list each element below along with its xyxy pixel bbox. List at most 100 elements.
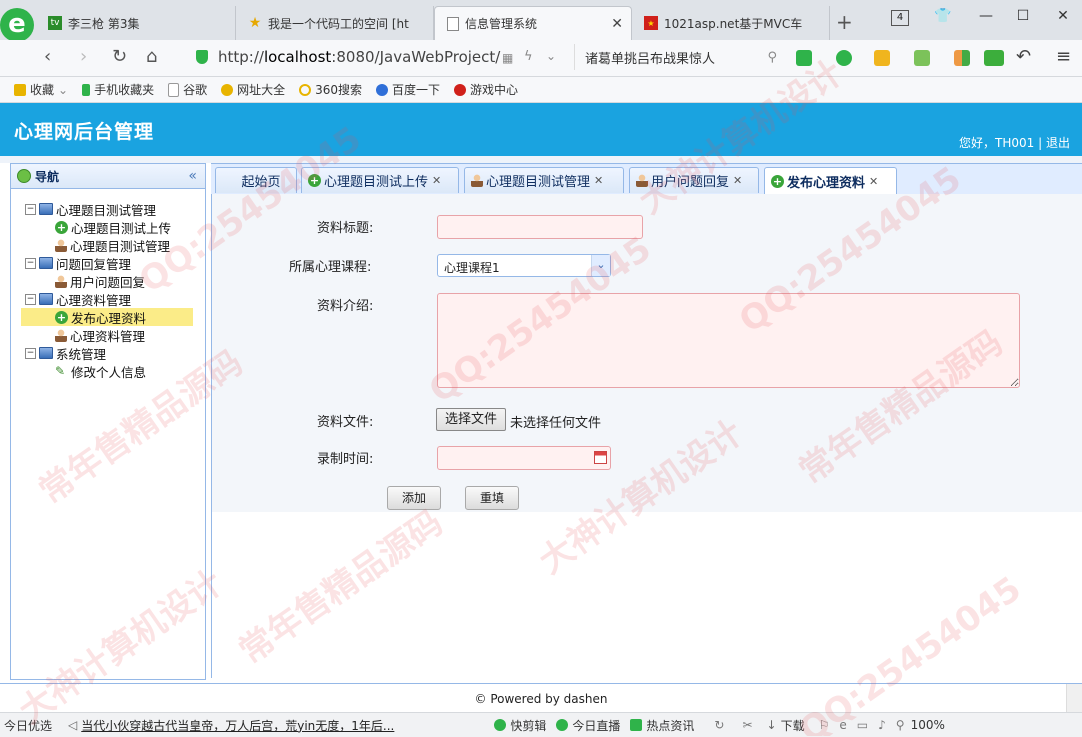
minimize-icon[interactable]: —	[975, 8, 997, 28]
nav-item-edit-profile[interactable]: ✎ 修改个人信息	[55, 362, 146, 380]
nav-title: 导航	[35, 169, 60, 184]
status-tool-icon[interactable]: ✂	[742, 718, 752, 732]
nav-item-test-upload[interactable]: + 心理题目测试上传	[55, 218, 171, 236]
close-tab-icon[interactable]: ✕	[611, 16, 623, 32]
close-tab-icon[interactable]: ✕	[432, 174, 441, 187]
collapse-nav-icon[interactable]: «	[188, 168, 197, 184]
status-ie-icon[interactable]: e	[839, 718, 846, 732]
star-icon: ★	[248, 15, 262, 31]
browser-tab-3[interactable]: 信息管理系统 ✕	[434, 6, 632, 40]
add-icon: +	[55, 310, 68, 324]
tab-count-badge[interactable]: 4	[891, 10, 909, 26]
nav-item-publish-material[interactable]: + 发布心理资料	[55, 308, 146, 326]
close-window-icon[interactable]: ✕	[1052, 8, 1074, 28]
bookmarks-bar: 收藏 ⌄ 手机收藏夹 谷歌 网址大全 360搜索 百度一下 游戏中心	[0, 77, 1082, 103]
maximize-icon[interactable]: ☐	[1012, 8, 1034, 28]
video-icon: tv	[48, 16, 62, 30]
nav-group-system[interactable]: − 系统管理	[25, 344, 106, 362]
chevron-down-icon: ⌄	[58, 82, 69, 97]
forward-icon[interactable]: ›	[80, 46, 87, 67]
tab-user-reply[interactable]: 用户问题回复 ✕	[629, 167, 759, 193]
new-tab-icon[interactable]: +	[836, 10, 853, 34]
separator: |	[1038, 136, 1043, 150]
bookmark-mobile[interactable]: 手机收藏夹	[82, 81, 154, 98]
close-tab-icon[interactable]: ✕	[869, 175, 878, 188]
intro-textarea[interactable]	[437, 293, 1020, 388]
nav-icon	[17, 169, 31, 183]
tab-publish-material[interactable]: + 发布心理资料 ✕	[764, 167, 897, 194]
browser-tab-label: 信息管理系统	[465, 17, 538, 31]
page-tabs: 起始页 + 心理题目测试上传 ✕ 心理题目测试管理 ✕ 用户问题回复 ✕ + 发布心理资料…	[211, 163, 1082, 195]
nav-group-material[interactable]: − 心理资料管理	[25, 290, 131, 308]
reset-button[interactable]: 重填	[465, 486, 519, 510]
title-input[interactable]	[437, 215, 643, 239]
collapse-toggle-icon[interactable]: −	[25, 203, 36, 215]
dropdown-icon[interactable]: ⌄	[546, 49, 556, 63]
tab-home[interactable]: 起始页	[215, 167, 297, 193]
battery-icon[interactable]	[984, 50, 1004, 66]
qr-code-icon[interactable]: ▦	[502, 51, 513, 65]
skin-icon[interactable]: 👕	[932, 8, 954, 28]
zoom-level[interactable]: 100%	[911, 718, 945, 732]
collapse-toggle-icon[interactable]: −	[25, 293, 36, 305]
close-tab-icon[interactable]: ✕	[594, 174, 603, 187]
nav-group-reply[interactable]: − 问题回复管理	[25, 254, 131, 272]
status-speed-icon[interactable]: ↻	[714, 718, 724, 732]
home-icon[interactable]: ⌂	[146, 46, 157, 67]
speed-icon[interactable]: ϟ	[524, 49, 533, 64]
browser-logo-icon[interactable]: e	[0, 8, 34, 42]
collapse-toggle-icon[interactable]: −	[25, 257, 36, 269]
close-tab-icon[interactable]: ✕	[733, 174, 742, 187]
bookmark-360[interactable]: 360搜索	[299, 81, 362, 98]
status-live[interactable]: 今日直播	[556, 717, 620, 734]
scissors-icon[interactable]	[796, 50, 812, 66]
bookmark-sites[interactable]: 网址大全	[221, 81, 285, 98]
undo-icon[interactable]: ↶	[1016, 46, 1031, 67]
bookmark-google[interactable]: 谷歌	[168, 81, 207, 98]
browser-tab-2[interactable]: ★ 我是一个代码工的空间 [ht	[236, 6, 434, 40]
search-icon[interactable]: ⚲	[767, 50, 777, 65]
choose-file-button[interactable]: 选择文件	[436, 408, 506, 431]
status-quick-edit[interactable]: 快剪辑	[494, 717, 546, 734]
scrollbar[interactable]	[1066, 684, 1082, 712]
emoji-icon[interactable]	[914, 50, 930, 66]
time-input[interactable]	[437, 446, 611, 470]
collapse-toggle-icon[interactable]: −	[25, 347, 36, 359]
today-picks[interactable]: 今日优选	[4, 717, 52, 734]
publish-material-form: 资料标题: 所属心理课程: 心理课程1 ⌄ 资料介绍: 资料文件: 选择文件 未…	[212, 194, 1082, 512]
bookmark-baidu[interactable]: 百度一下	[376, 81, 440, 98]
add-button[interactable]: 添加	[387, 486, 441, 510]
logout-link[interactable]: 退出	[1046, 136, 1070, 150]
apps-grid-icon[interactable]	[954, 50, 970, 66]
news-ticker[interactable]: ◁ 当代小伙穿越古代当皇帝，万人后宫，荒yin无度，1年后...	[68, 717, 394, 734]
status-zoom-icon[interactable]: ⚲	[896, 718, 905, 732]
nav-item-user-reply[interactable]: 用户问题回复	[55, 272, 145, 290]
calendar-icon[interactable]	[594, 451, 607, 464]
status-news[interactable]: 热点资讯	[630, 717, 694, 734]
tab-test-upload[interactable]: + 心理题目测试上传 ✕	[301, 167, 459, 193]
search-field[interactable]: 诸葛单挑吕布战果惊人 ⚲	[574, 44, 785, 70]
nav-panel: 导航 « − 心理题目测试管理 + 心理题目测试上传 心理题目测试管理 − 问题回复管…	[10, 163, 206, 680]
shield-icon[interactable]	[874, 50, 890, 66]
status-screen-icon[interactable]: ▭	[857, 718, 868, 732]
nav-item-material-manage[interactable]: 心理资料管理	[55, 326, 145, 344]
menu-icon[interactable]: ≡	[1056, 46, 1071, 67]
nav-group-test[interactable]: − 心理题目测试管理	[25, 200, 156, 218]
browser-tab-4[interactable]: ★ 1021asp.net基于MVC车	[632, 6, 830, 40]
refresh-icon[interactable]: ↻	[112, 46, 127, 67]
chevron-down-icon[interactable]: ⌄	[591, 255, 610, 276]
bookmark-games[interactable]: 游戏中心	[454, 81, 518, 98]
status-volume-icon[interactable]: ♪	[878, 718, 886, 732]
play-icon	[494, 719, 507, 731]
game-icon	[454, 83, 467, 96]
live-icon	[556, 719, 569, 731]
back-icon[interactable]: ‹	[44, 46, 51, 67]
status-flag-icon[interactable]: ⚐	[819, 718, 830, 732]
course-select[interactable]: 心理课程1 ⌄	[437, 254, 611, 277]
bookmark-favorites[interactable]: 收藏 ⌄	[14, 81, 68, 98]
status-download[interactable]: ↓ 下载	[767, 717, 805, 734]
translate-icon[interactable]	[836, 50, 852, 66]
nav-item-test-manage[interactable]: 心理题目测试管理	[55, 236, 170, 254]
tab-test-manage[interactable]: 心理题目测试管理 ✕	[464, 167, 624, 193]
browser-tab-1[interactable]: tv 李三枪 第3集	[36, 6, 236, 40]
